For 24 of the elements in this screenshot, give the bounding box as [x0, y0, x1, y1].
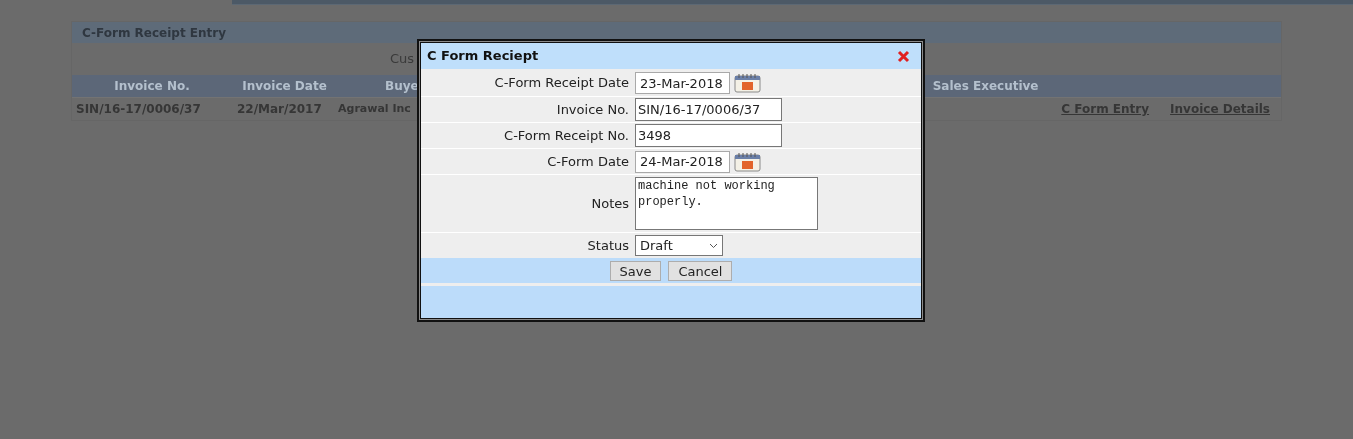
field-label: C-Form Receipt No.: [503, 126, 630, 145]
column-header: Sales Executive: [932, 78, 1039, 95]
notes-field[interactable]: machine not working properly.: [635, 177, 818, 230]
dialog-title: C Form Reciept: [427, 47, 539, 66]
field-label: C-Form Date: [546, 152, 630, 171]
close-icon[interactable]: [897, 49, 910, 63]
field-label: C-Form Receipt Date: [493, 74, 630, 93]
text-field[interactable]: 3498: [635, 124, 782, 147]
cancel-button[interactable]: Cancel: [668, 260, 733, 281]
text-field[interactable]: SIN/16-17/0006/37: [635, 98, 782, 121]
chevron-down-icon: [709, 242, 718, 249]
panel-title: C-Form Receipt Entry: [82, 24, 227, 42]
calendar-icon[interactable]: [734, 73, 761, 93]
column-header: Invoice No.: [113, 78, 191, 95]
field-label: Notes: [590, 194, 630, 213]
save-button[interactable]: Save: [609, 260, 662, 281]
field-label: Invoice No.: [555, 100, 630, 119]
field-label: Status: [586, 236, 630, 255]
calendar-icon[interactable]: [734, 151, 761, 172]
status-dropdown[interactable]: Draft: [635, 235, 723, 256]
column-header: Invoice Date: [241, 78, 328, 95]
column-header: Buye: [385, 78, 419, 95]
date-field[interactable]: 24-Mar-2018: [635, 150, 730, 173]
date-field[interactable]: 23-Mar-2018: [635, 72, 730, 94]
